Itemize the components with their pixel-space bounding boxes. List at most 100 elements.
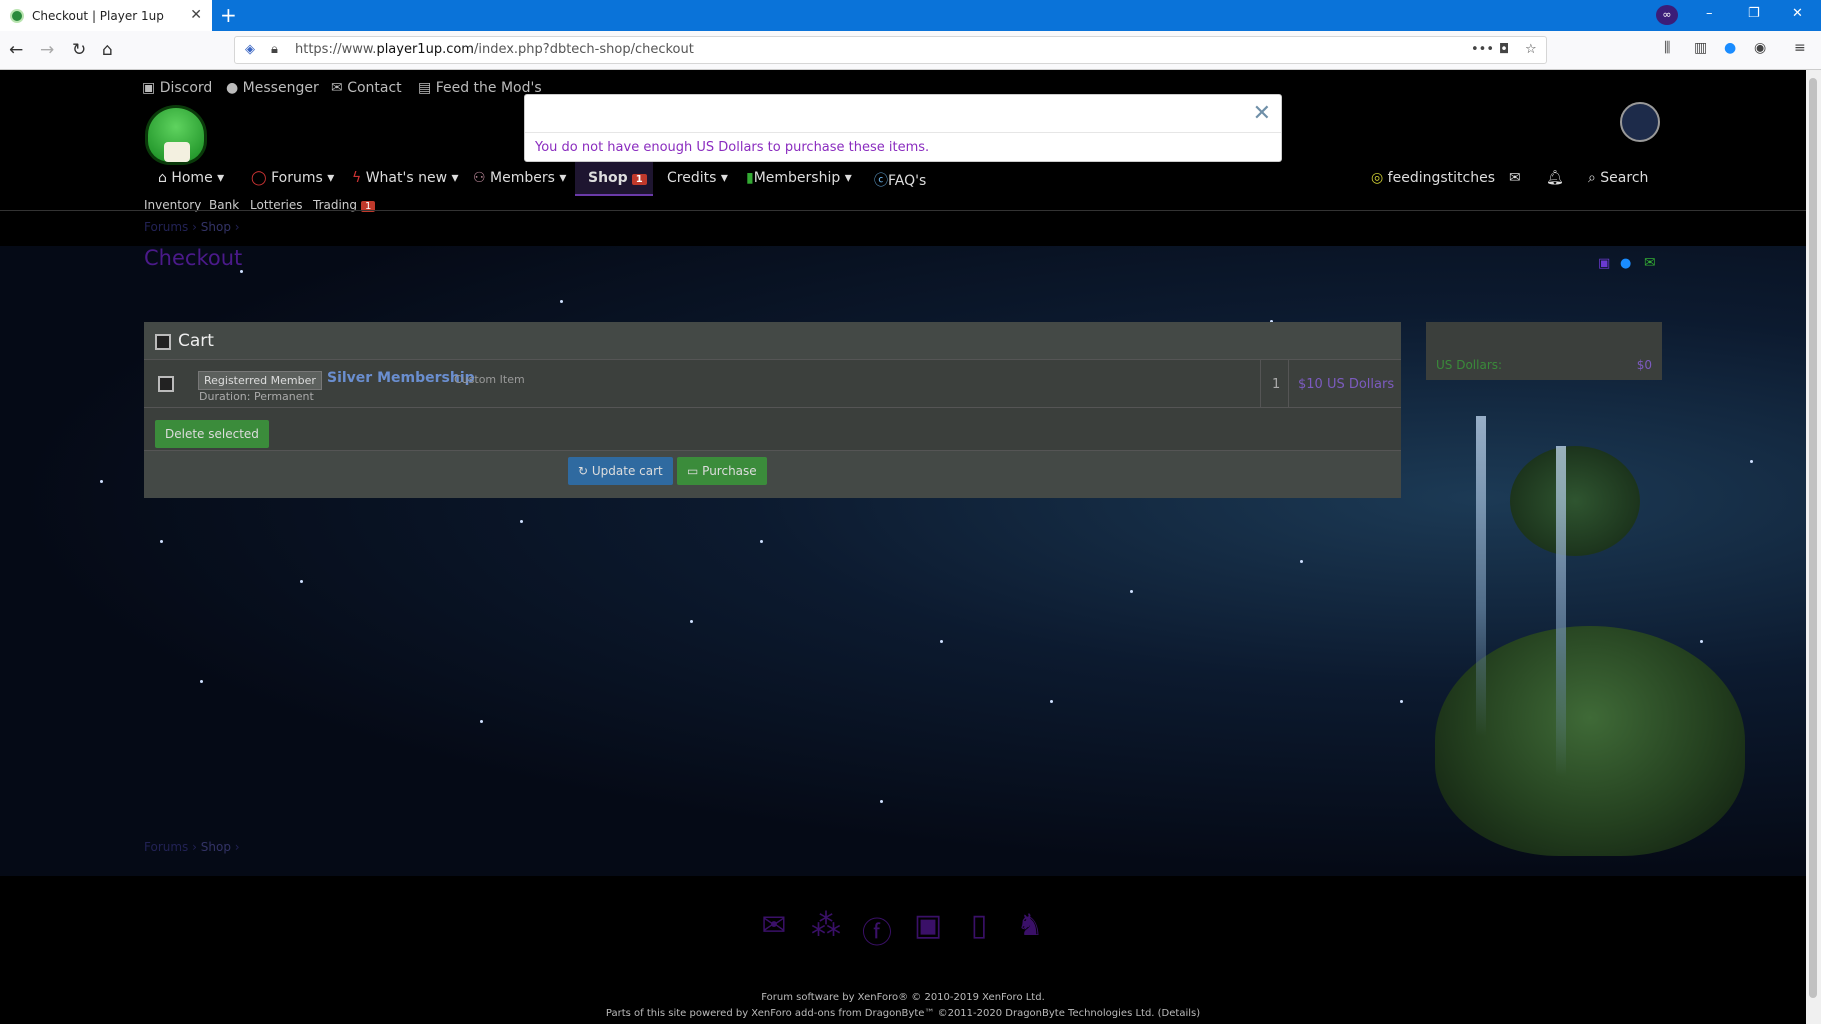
tab-title: Checkout | Player 1up [32, 8, 164, 23]
pocket-icon[interactable]: ◘ [1499, 37, 1509, 63]
nav-label: Home [171, 170, 213, 186]
favicon-icon [10, 8, 24, 23]
item-checkbox[interactable] [158, 376, 174, 392]
cart-panel: Cart Registerred Member Silver Membershi… [144, 322, 1401, 498]
item-name[interactable]: Silver Membership [327, 370, 475, 386]
inbox-icon[interactable]: ✉ [1509, 170, 1521, 186]
footer-facebook-icon[interactable]: ⓕ [857, 908, 897, 951]
site-logo[interactable] [145, 105, 207, 165]
more-icon[interactable]: ••• [1471, 37, 1494, 63]
faq-icon: ⓒ [874, 173, 888, 189]
nav-label: Membership [753, 170, 841, 186]
item-tag: Registerred Member [198, 371, 322, 390]
nav-members[interactable]: ⚇ Members ▾ [473, 170, 566, 186]
share-messenger-icon[interactable]: ● [1620, 256, 1631, 271]
sidebar-icon[interactable]: ▥ [1694, 40, 1707, 56]
footer-discord-icon[interactable]: ▣ [908, 908, 948, 944]
waterfall [1556, 446, 1566, 776]
footer-game-icon[interactable]: ♞ [1010, 908, 1050, 944]
share-discord-icon[interactable]: ▣ [1598, 256, 1610, 271]
forward-icon[interactable]: → [40, 40, 54, 60]
coin-icon: ◎ [1371, 170, 1384, 186]
star [100, 480, 103, 483]
balance-label: US Dollars: [1436, 358, 1503, 372]
scrollbar-thumb[interactable] [1809, 78, 1817, 998]
nav-forums[interactable]: ◯ Forums ▾ [251, 170, 334, 186]
url-path: /index.php?dbtech-shop/checkout [473, 42, 694, 57]
toplink-feed-mods[interactable]: ▤ Feed the Mod's [418, 80, 542, 96]
search-icon: ⌕ [1588, 170, 1596, 186]
popup-close-icon[interactable]: ✕ [1253, 101, 1271, 126]
menu-icon[interactable]: ≡ [1794, 40, 1806, 56]
logo-face [164, 142, 190, 162]
star [1750, 460, 1753, 463]
members-icon: ⚇ [473, 170, 486, 186]
shop-badge: 1 [631, 174, 647, 185]
bookmark-star-icon[interactable]: ☆ [1525, 37, 1537, 63]
star [560, 300, 563, 303]
purchase-label: Purchase [702, 464, 757, 478]
browser-tab[interactable]: Checkout | Player 1up ✕ [0, 0, 212, 31]
bolt-icon: ϟ [352, 170, 362, 186]
bell-icon[interactable]: 🔔︎ [1546, 170, 1564, 186]
footer-dots-icon[interactable]: ⁂ [806, 908, 846, 944]
restore-button[interactable]: ❐ [1748, 6, 1760, 21]
crumb-forums[interactable]: Forums [144, 220, 188, 234]
account-icon[interactable]: ◉ [1754, 40, 1766, 56]
update-cart-button[interactable]: ↻ Update cart [568, 457, 673, 485]
nav-user[interactable]: ◎ feedingstitches [1371, 170, 1495, 186]
nav-membership[interactable]: ▮Membership ▾ [746, 170, 852, 186]
card-icon: ▭ [687, 464, 699, 478]
user-avatar[interactable] [1620, 102, 1660, 142]
item-price: $10 US Dollars [1298, 377, 1395, 392]
breadcrumb-top: Forums › Shop › [144, 220, 240, 234]
nav-faqs[interactable]: ⓒFAQ's [874, 170, 926, 190]
col-divider [1288, 360, 1289, 408]
forums-icon: ◯ [251, 170, 267, 186]
footer-line2: Parts of this site powered by XenForo ad… [605, 1008, 1201, 1019]
star [300, 580, 303, 583]
toplink-messenger[interactable]: ● Messenger [226, 80, 319, 96]
nav-search[interactable]: ⌕ Search [1588, 170, 1648, 186]
footer-tablet-icon[interactable]: ▯ [959, 908, 999, 944]
cart-item-row: Registerred Member Silver Membership Cus… [144, 360, 1401, 408]
membership-icon: ▮ [746, 170, 754, 186]
footer-email-icon[interactable]: ✉ [754, 908, 794, 944]
update-cart-label: Update cart [591, 464, 663, 478]
crumb-forums[interactable]: Forums [144, 840, 188, 854]
toplink-label: Messenger [242, 80, 319, 96]
purchase-button[interactable]: ▭ Purchase [677, 457, 767, 485]
url-prefix: https://www. [295, 42, 377, 57]
library-icon[interactable]: ⫼ [1664, 40, 1670, 56]
select-all-checkbox[interactable] [155, 334, 171, 350]
balance-panel: US Dollars: $0 [1426, 322, 1662, 380]
page-scrollbar[interactable] [1806, 70, 1821, 1024]
close-window-button[interactable]: ✕ [1792, 6, 1803, 21]
toplink-contact[interactable]: ✉ Contact [331, 80, 402, 96]
tab-close-icon[interactable]: ✕ [190, 7, 202, 23]
nav-whats-new[interactable]: ϟ What's new ▾ [352, 170, 459, 186]
new-tab-button[interactable]: + [220, 3, 237, 27]
star [1130, 590, 1133, 593]
url-bar[interactable]: ◈ 🔒︎ https://www.player1up.com/index.php… [234, 36, 1547, 64]
footer-line1: Forum software by XenForo® © 2010-2019 X… [761, 992, 1045, 1003]
toplink-discord[interactable]: ▣ Discord [142, 80, 212, 96]
star [480, 720, 483, 723]
nav-label: Shop [588, 170, 628, 186]
reload-icon[interactable]: ↻ [72, 40, 86, 60]
share-email-icon[interactable]: ✉ [1644, 255, 1656, 271]
home-icon[interactable]: ⌂ [102, 40, 113, 60]
nav-credits[interactable]: Credits ▾ [667, 170, 728, 186]
delete-selected-button[interactable]: Delete selected [155, 420, 269, 448]
nav-label: FAQ's [888, 173, 927, 189]
nav-home[interactable]: ⌂ Home ▾ [158, 170, 224, 186]
messenger-ext-icon[interactable]: ● [1724, 40, 1736, 56]
toplink-label: Contact [347, 80, 402, 96]
back-icon[interactable]: ← [9, 40, 23, 60]
crumb-shop[interactable]: Shop [201, 840, 231, 854]
crumb-shop[interactable]: Shop [201, 220, 231, 234]
minimize-button[interactable]: – [1706, 6, 1713, 21]
nav-shop[interactable]: Shop 1 [588, 170, 647, 186]
page-title: Checkout [144, 246, 243, 270]
item-qty[interactable]: 1 [1272, 377, 1280, 392]
